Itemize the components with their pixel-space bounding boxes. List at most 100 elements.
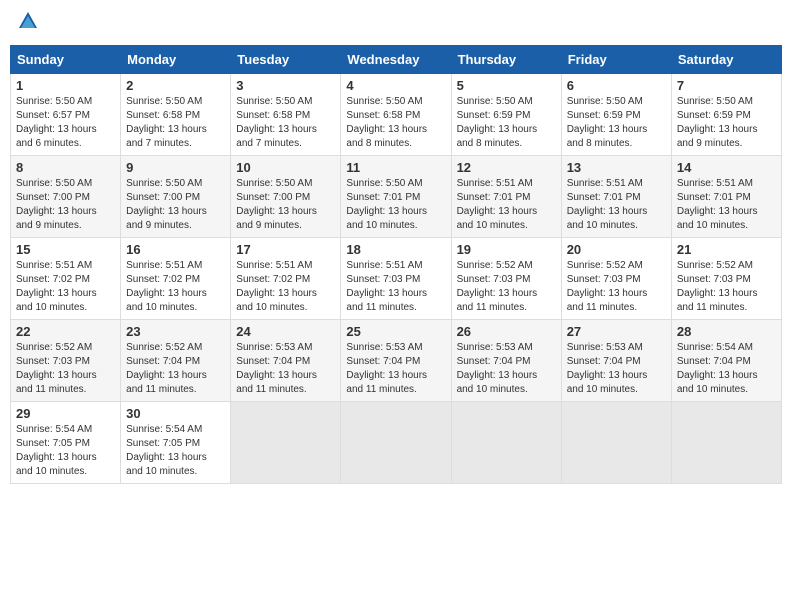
calendar-cell: 18 Sunrise: 5:51 AMSunset: 7:03 PMDayligh… xyxy=(341,238,451,320)
day-info: Sunrise: 5:53 AMSunset: 7:04 PMDaylight:… xyxy=(457,341,556,397)
col-header-saturday: Saturday xyxy=(671,46,781,74)
calendar-cell: 14Sunrise: 5:51 AMSunset: 7:01 PMDayligh… xyxy=(671,156,781,238)
calendar-cell: 13 Sunrise: 5:51 AMSunset: 7:01 PMDayligh… xyxy=(561,156,671,238)
day-number: 5 xyxy=(457,78,556,93)
calendar-cell: 21 Sunrise: 5:52 AMSunset: 7:03 PMDayligh… xyxy=(671,238,781,320)
day-info: Sunrise: 5:52 AMSunset: 7:03 PMDaylight:… xyxy=(457,259,556,315)
day-info: Sunrise: 5:51 AMSunset: 7:01 PMDaylight:… xyxy=(567,177,666,233)
day-number: 10 xyxy=(236,160,335,175)
day-number: 2 xyxy=(126,78,225,93)
calendar-week-row: 1Sunrise: 5:50 AMSunset: 6:57 PMDaylight… xyxy=(11,74,782,156)
calendar-cell xyxy=(231,402,341,484)
calendar-week-row: 22 Sunrise: 5:52 AMSunset: 7:03 PMDayligh… xyxy=(11,320,782,402)
calendar-cell: 23 Sunrise: 5:52 AMSunset: 7:04 PMDayligh… xyxy=(121,320,231,402)
calendar-week-row: 8 Sunrise: 5:50 AMSunset: 7:00 PMDaylight… xyxy=(11,156,782,238)
calendar-cell: 9Sunrise: 5:50 AMSunset: 7:00 PMDaylight… xyxy=(121,156,231,238)
day-info: Sunrise: 5:54 AMSunset: 7:05 PMDaylight:… xyxy=(16,423,115,479)
calendar-cell: 30 Sunrise: 5:54 AMSunset: 7:05 PMDayligh… xyxy=(121,402,231,484)
day-number: 24 xyxy=(236,324,335,339)
day-number: 22 xyxy=(16,324,115,339)
day-info: Sunrise: 5:51 AMSunset: 7:01 PMDaylight:… xyxy=(457,177,556,233)
calendar-cell: 24 Sunrise: 5:53 AMSunset: 7:04 PMDayligh… xyxy=(231,320,341,402)
calendar-cell: 12 Sunrise: 5:51 AMSunset: 7:01 PMDayligh… xyxy=(451,156,561,238)
page-header xyxy=(10,10,782,37)
day-number: 25 xyxy=(346,324,445,339)
day-info: Sunrise: 5:50 AMSunset: 7:00 PMDaylight:… xyxy=(236,177,335,233)
day-info: Sunrise: 5:53 AMSunset: 7:04 PMDaylight:… xyxy=(236,341,335,397)
calendar-cell: 20Sunrise: 5:52 AMSunset: 7:03 PMDayligh… xyxy=(561,238,671,320)
calendar-cell: 22 Sunrise: 5:52 AMSunset: 7:03 PMDayligh… xyxy=(11,320,121,402)
day-number: 3 xyxy=(236,78,335,93)
day-number: 29 xyxy=(16,406,115,421)
calendar-cell: 26 Sunrise: 5:53 AMSunset: 7:04 PMDayligh… xyxy=(451,320,561,402)
calendar-cell: 28Sunrise: 5:54 AMSunset: 7:04 PMDayligh… xyxy=(671,320,781,402)
col-header-sunday: Sunday xyxy=(11,46,121,74)
logo-icon xyxy=(17,10,39,32)
logo xyxy=(14,10,39,37)
day-info: Sunrise: 5:54 AMSunset: 7:05 PMDaylight:… xyxy=(126,423,225,479)
calendar-cell xyxy=(341,402,451,484)
calendar-cell: 5 Sunrise: 5:50 AMSunset: 6:59 PMDaylight… xyxy=(451,74,561,156)
col-header-tuesday: Tuesday xyxy=(231,46,341,74)
day-number: 21 xyxy=(677,242,776,257)
day-number: 30 xyxy=(126,406,225,421)
day-number: 19 xyxy=(457,242,556,257)
day-number: 14 xyxy=(677,160,776,175)
calendar-cell xyxy=(561,402,671,484)
day-number: 16 xyxy=(126,242,225,257)
calendar-cell: 4 Sunrise: 5:50 AMSunset: 6:58 PMDaylight… xyxy=(341,74,451,156)
day-info: Sunrise: 5:53 AMSunset: 7:04 PMDaylight:… xyxy=(346,341,445,397)
calendar-cell: 6 Sunrise: 5:50 AMSunset: 6:59 PMDaylight… xyxy=(561,74,671,156)
calendar-cell: 29 Sunrise: 5:54 AMSunset: 7:05 PMDayligh… xyxy=(11,402,121,484)
day-number: 26 xyxy=(457,324,556,339)
day-number: 8 xyxy=(16,160,115,175)
day-info: Sunrise: 5:50 AMSunset: 6:59 PMDaylight:… xyxy=(567,95,666,151)
calendar-cell: 16Sunrise: 5:51 AMSunset: 7:02 PMDayligh… xyxy=(121,238,231,320)
calendar-table: SundayMondayTuesdayWednesdayThursdayFrid… xyxy=(10,45,782,484)
day-number: 23 xyxy=(126,324,225,339)
col-header-thursday: Thursday xyxy=(451,46,561,74)
calendar-cell: 17 Sunrise: 5:51 AMSunset: 7:02 PMDayligh… xyxy=(231,238,341,320)
day-info: Sunrise: 5:52 AMSunset: 7:03 PMDaylight:… xyxy=(677,259,776,315)
calendar-cell: 11 Sunrise: 5:50 AMSunset: 7:01 PMDayligh… xyxy=(341,156,451,238)
day-number: 17 xyxy=(236,242,335,257)
calendar-cell: 7Sunrise: 5:50 AMSunset: 6:59 PMDaylight… xyxy=(671,74,781,156)
day-number: 6 xyxy=(567,78,666,93)
calendar-cell xyxy=(451,402,561,484)
day-info: Sunrise: 5:54 AMSunset: 7:04 PMDaylight:… xyxy=(677,341,776,397)
day-info: Sunrise: 5:50 AMSunset: 7:01 PMDaylight:… xyxy=(346,177,445,233)
calendar-cell: 2 Sunrise: 5:50 AMSunset: 6:58 PMDaylight… xyxy=(121,74,231,156)
day-info: Sunrise: 5:50 AMSunset: 6:58 PMDaylight:… xyxy=(236,95,335,151)
day-info: Sunrise: 5:51 AMSunset: 7:03 PMDaylight:… xyxy=(346,259,445,315)
day-info: Sunrise: 5:51 AMSunset: 7:02 PMDaylight:… xyxy=(236,259,335,315)
calendar-cell: 8 Sunrise: 5:50 AMSunset: 7:00 PMDaylight… xyxy=(11,156,121,238)
day-number: 18 xyxy=(346,242,445,257)
day-info: Sunrise: 5:53 AMSunset: 7:04 PMDaylight:… xyxy=(567,341,666,397)
day-info: Sunrise: 5:52 AMSunset: 7:04 PMDaylight:… xyxy=(126,341,225,397)
day-number: 12 xyxy=(457,160,556,175)
day-number: 13 xyxy=(567,160,666,175)
calendar-cell: 19 Sunrise: 5:52 AMSunset: 7:03 PMDayligh… xyxy=(451,238,561,320)
day-info: Sunrise: 5:51 AMSunset: 7:02 PMDaylight:… xyxy=(16,259,115,315)
day-number: 11 xyxy=(346,160,445,175)
col-header-wednesday: Wednesday xyxy=(341,46,451,74)
calendar-cell: 15 Sunrise: 5:51 AMSunset: 7:02 PMDayligh… xyxy=(11,238,121,320)
day-info: Sunrise: 5:50 AMSunset: 7:00 PMDaylight:… xyxy=(126,177,225,233)
calendar-cell xyxy=(671,402,781,484)
day-number: 15 xyxy=(16,242,115,257)
calendar-week-row: 15 Sunrise: 5:51 AMSunset: 7:02 PMDayligh… xyxy=(11,238,782,320)
day-info: Sunrise: 5:50 AMSunset: 6:58 PMDaylight:… xyxy=(126,95,225,151)
calendar-cell: 1Sunrise: 5:50 AMSunset: 6:57 PMDaylight… xyxy=(11,74,121,156)
col-header-monday: Monday xyxy=(121,46,231,74)
calendar-cell: 25 Sunrise: 5:53 AMSunset: 7:04 PMDayligh… xyxy=(341,320,451,402)
day-info: Sunrise: 5:52 AMSunset: 7:03 PMDaylight:… xyxy=(16,341,115,397)
calendar-cell: 10 Sunrise: 5:50 AMSunset: 7:00 PMDayligh… xyxy=(231,156,341,238)
day-info: Sunrise: 5:50 AMSunset: 6:58 PMDaylight:… xyxy=(346,95,445,151)
day-number: 7 xyxy=(677,78,776,93)
day-info: Sunrise: 5:50 AMSunset: 7:00 PMDaylight:… xyxy=(16,177,115,233)
day-number: 4 xyxy=(346,78,445,93)
day-info: Sunrise: 5:50 AMSunset: 6:59 PMDaylight:… xyxy=(457,95,556,151)
day-number: 1 xyxy=(16,78,115,93)
col-header-friday: Friday xyxy=(561,46,671,74)
calendar-week-row: 29 Sunrise: 5:54 AMSunset: 7:05 PMDayligh… xyxy=(11,402,782,484)
